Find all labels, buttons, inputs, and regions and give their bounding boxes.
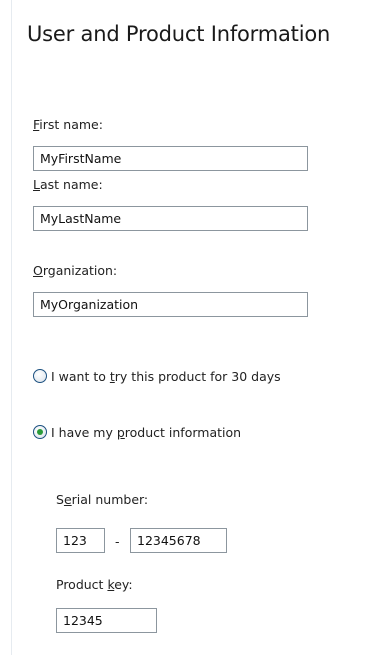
- product-key-label-pre: Product: [56, 577, 108, 592]
- product-key-label-post: ey:: [114, 577, 133, 592]
- page-title: User and Product Information: [27, 22, 331, 46]
- product-info-radio-label: I have my product information: [51, 425, 241, 440]
- serial-number-part2-field[interactable]: 12345678: [130, 528, 227, 553]
- product-info-access-key: p: [116, 424, 125, 440]
- trial-label-pre: I want to: [51, 368, 110, 384]
- organization-access-key: O: [33, 263, 43, 278]
- serial-access-key: e: [63, 492, 72, 507]
- first-name-label-text: irst name:: [39, 117, 103, 132]
- organization-label-text: rganization:: [42, 263, 118, 278]
- last-name-access-key: L: [33, 177, 40, 192]
- first-name-label: First name:: [33, 117, 103, 132]
- serial-number-part1-field[interactable]: 123: [56, 528, 105, 553]
- left-border-rule: [11, 0, 12, 655]
- product-info-radio-button[interactable]: [33, 425, 47, 439]
- last-name-label: Last name:: [33, 177, 103, 192]
- last-name-field[interactable]: MyLastName: [33, 206, 308, 231]
- trial-radio-option[interactable]: I want to try this product for 30 days: [33, 366, 281, 386]
- serial-label-pre: S: [56, 492, 64, 507]
- trial-radio-button[interactable]: [33, 369, 47, 383]
- organization-field[interactable]: MyOrganization: [33, 292, 308, 317]
- last-name-label-text: ast name:: [39, 177, 103, 192]
- trial-radio-label: I want to try this product for 30 days: [51, 369, 281, 384]
- trial-label-post: ry this product for 30 days: [114, 368, 281, 384]
- product-key-label: Product key:: [56, 577, 133, 592]
- serial-number-separator: -: [115, 534, 120, 549]
- product-info-radio-option[interactable]: I have my product information: [33, 422, 241, 442]
- product-info-label-post: roduct information: [124, 424, 242, 440]
- product-key-field[interactable]: 12345: [56, 608, 157, 633]
- serial-number-label: Serial number:: [56, 492, 148, 507]
- first-name-field[interactable]: MyFirstName: [33, 146, 308, 171]
- organization-label: Organization:: [33, 263, 117, 278]
- product-info-label-pre: I have my: [51, 424, 117, 440]
- radio-selected-dot: [37, 429, 43, 435]
- serial-label-post: rial number:: [71, 492, 149, 507]
